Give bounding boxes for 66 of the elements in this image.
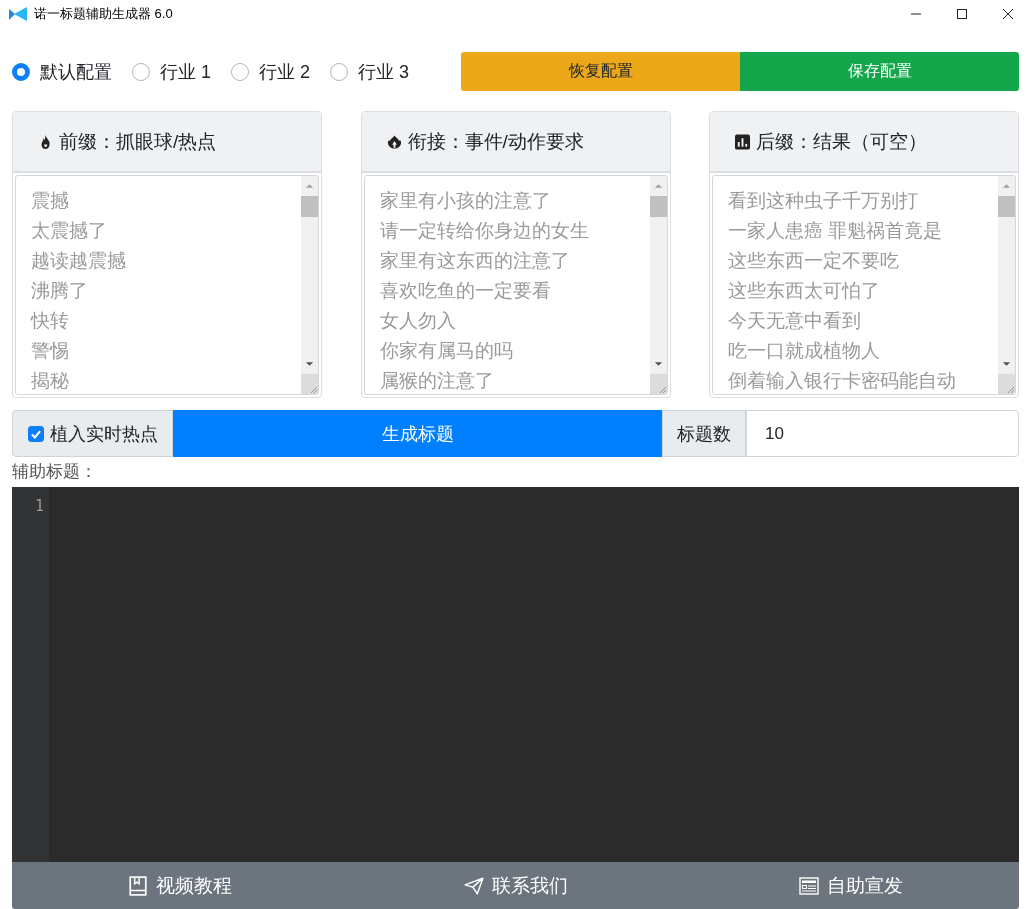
close-icon[interactable] [1002,8,1014,20]
placeholder-line: 太震撼了 [31,219,108,243]
count-input[interactable]: 10 [746,410,1019,457]
scroll-thumb[interactable] [301,196,318,217]
footer-link[interactable]: 联系我们 [347,862,684,909]
placeholder-line: 属猴的注意了 [379,369,495,393]
scrollbar[interactable] [301,176,318,394]
placeholder-line: 女人勿入 [379,309,457,333]
save-config-button[interactable]: 保存配置 [740,52,1019,91]
placeholder-line: 警惕 [31,339,70,363]
placeholder-line: 今天无意中看到 [728,309,862,333]
scroll-down-icon[interactable] [653,361,663,367]
hotspot-checkbox[interactable]: 植入实时热点 [12,410,173,457]
scroll-up-icon[interactable] [653,183,663,189]
output-label: 辅助标题： [12,461,98,483]
code-editor[interactable]: 1 [12,487,1019,862]
placeholder-line: 越读越震撼 [31,249,127,273]
scroll-down-icon[interactable] [1002,361,1011,367]
text-area[interactable]: 震撼 太震撼了 越读越震撼 沸腾了 快转 警惕 揭秘 [15,175,319,395]
window-title: 诺一标题辅助生成器 6.0 [34,5,173,23]
count-label: 标题数 [662,410,746,457]
scroll-down-icon[interactable] [305,361,314,367]
generate-button[interactable]: 生成标题 [173,410,662,457]
placeholder-line: 你家有属马的吗 [379,339,514,363]
placeholder-line: 请一定转给你身边的女生 [379,219,590,243]
config-radio[interactable]: 行业 3 [330,59,410,84]
placeholder-line: 这些东西一定不要吃 [728,249,900,273]
scroll-up-icon[interactable] [305,183,314,189]
scroll-up-icon[interactable] [1002,183,1011,189]
text-area[interactable]: 家里有小孩的注意了 请一定转给你身边的女生 家里有这东西的注意了 喜欢吃鱼的一定要看 女人勿入 你家有属马的吗 属猴的注意了 [363,175,668,395]
scrollbar[interactable] [998,176,1015,394]
placeholder-line: 吃一口就成植物人 [728,339,881,363]
config-radio[interactable]: 行业 1 [132,59,211,84]
placeholder-line: 看到这种虫子千万别打 [728,189,919,213]
fire-icon [386,133,402,150]
book-icon [127,875,148,896]
maximize-icon[interactable] [956,8,968,20]
panel-title: 后缀：结果（可空） [756,129,927,154]
scroll-thumb[interactable] [998,196,1015,217]
scroll-thumb[interactable] [649,196,667,217]
text-area[interactable]: 看到这种虫子千万别打 一家人患癌 罪魁祸首竟是 这些东西一定不要吃 这些东西太可怕了 今天无意中看到 吃一口就成植物人 倒着输入银行卡密码能自动 [712,175,1016,395]
placeholder-line: 倒着输入银行卡密码能自动 [728,369,957,393]
config-radio[interactable]: 默认配置 [12,59,112,84]
scrollbar[interactable] [649,176,667,394]
placeholder-line: 一家人患癌 罪魁祸首竟是 [728,219,944,243]
app-logo-icon [8,6,28,22]
panel-title: 衔接：事件/动作要求 [407,129,584,154]
config-radio[interactable]: 行业 2 [231,59,311,84]
newspaper-icon [799,875,820,896]
footer-link[interactable]: 自助宣发 [683,862,1019,909]
placeholder-line: 揭秘 [31,369,70,393]
paper-plane-icon [463,875,484,896]
chart-icon [735,133,750,150]
placeholder-line: 快转 [31,309,70,333]
placeholder-line: 喜欢吃鱼的一定要看 [379,279,552,303]
panel-title: 前缀：抓眼球/热点 [59,129,217,154]
resize-grip-icon[interactable] [308,384,318,394]
placeholder-line: 震撼 [31,189,70,213]
placeholder-line: 沸腾了 [31,279,89,303]
footer-link[interactable]: 视频教程 [12,862,348,909]
line-number: 1 [33,497,45,515]
placeholder-line: 这些东西太可怕了 [728,279,881,303]
restore-config-button[interactable]: 恢复配置 [461,52,740,91]
placeholder-line: 家里有这东西的注意了 [379,249,571,273]
placeholder-line: 家里有小孩的注意了 [379,189,552,213]
resize-grip-icon[interactable] [1005,384,1015,394]
